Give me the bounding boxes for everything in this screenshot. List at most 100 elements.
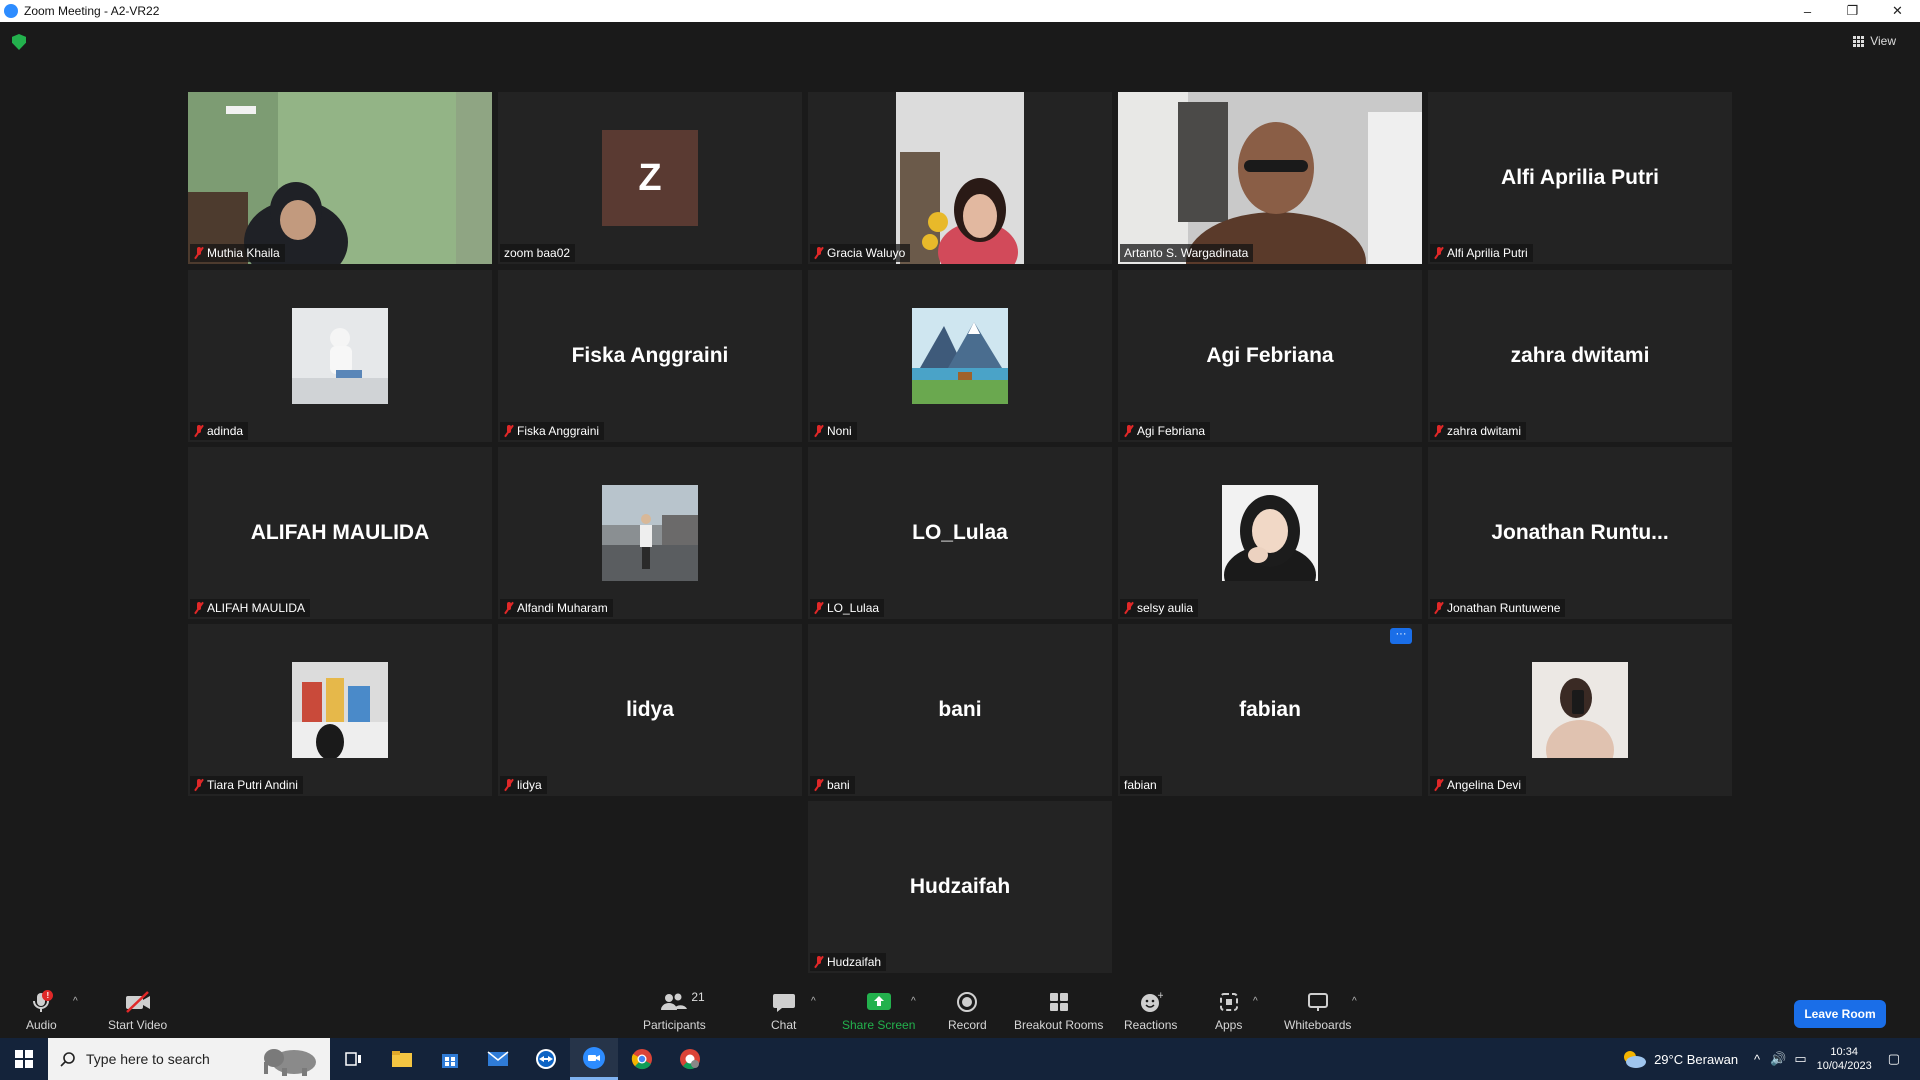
start-button[interactable] <box>0 1038 48 1080</box>
participant-display-name: Alfi Aprilia Putri <box>1501 166 1659 189</box>
participant-display-name: LO_Lulaa <box>912 521 1008 544</box>
participant-tile[interactable]: bani bani <box>808 624 1112 796</box>
participant-tile[interactable]: Alfandi Muharam <box>498 447 802 619</box>
profile-photo <box>602 485 698 581</box>
apps-options-caret[interactable]: ^ <box>1253 996 1258 1007</box>
participant-tile-active-speaker[interactable]: Artanto S. Wargadinata <box>1118 92 1422 264</box>
chat-icon <box>772 990 796 1014</box>
participant-tile[interactable]: Fiska Anggraini Fiska Anggraini <box>498 270 802 442</box>
grid-icon <box>1853 35 1865 47</box>
whiteboards-options-caret[interactable]: ^ <box>1352 996 1357 1007</box>
share-options-caret[interactable]: ^ <box>911 996 916 1007</box>
participant-name: ALIFAH MAULIDA <box>207 601 306 615</box>
profile-photo <box>292 308 388 404</box>
chrome-profile-button[interactable] <box>666 1038 714 1080</box>
share-screen-icon <box>866 990 892 1014</box>
clock-date: 10/04/2023 <box>1816 1060 1872 1072</box>
audio-button[interactable]: ! Audio <box>26 990 57 1032</box>
start-video-button[interactable]: Start Video <box>108 990 167 1032</box>
participant-tile[interactable]: Jonathan Runtu... Jonathan Runtuwene <box>1428 447 1732 619</box>
participant-name: selsy aulia <box>1137 601 1194 615</box>
participant-name: Muthia Khaila <box>207 246 280 260</box>
video-off-icon <box>124 990 152 1014</box>
whiteboards-button[interactable]: Whiteboards <box>1284 990 1351 1032</box>
participant-tile[interactable]: Tiara Putri Andini <box>188 624 492 796</box>
audio-label: Audio <box>26 1018 57 1032</box>
show-hidden-icons-icon[interactable]: ^ <box>1754 1052 1760 1067</box>
participant-name-label: fabian <box>1120 776 1162 794</box>
participant-name-label: zoom baa02 <box>500 244 576 262</box>
zoom-taskbar-button[interactable] <box>570 1038 618 1080</box>
chat-button[interactable]: Chat <box>771 990 796 1032</box>
chrome-icon <box>631 1049 652 1070</box>
chat-options-caret[interactable]: ^ <box>811 996 816 1007</box>
elephant-search-highlight-icon <box>264 1049 316 1076</box>
participant-tile[interactable]: Z zoom baa02 <box>498 92 802 264</box>
mail-button[interactable] <box>474 1038 522 1080</box>
teamviewer-button[interactable] <box>522 1038 570 1080</box>
clock[interactable]: 10:34 10/04/2023 <box>1817 1045 1872 1073</box>
minimize-button[interactable]: – <box>1785 0 1830 22</box>
restore-button[interactable]: ❐ <box>1830 0 1875 22</box>
video-feed <box>188 92 492 264</box>
participant-name: LO_Lulaa <box>827 601 880 615</box>
weather-text[interactable]: 29°C Berawan <box>1654 1052 1738 1067</box>
participant-name: lidya <box>517 778 542 792</box>
participants-button[interactable]: 21 Participants <box>643 990 706 1032</box>
participant-tile[interactable]: ALIFAH MAULIDA ALIFAH MAULIDA <box>188 447 492 619</box>
reactions-icon: + <box>1139 990 1163 1014</box>
windows-taskbar: Type here to search 29°C Berawan ^ 🔊 ▭ 1… <box>0 1038 1920 1080</box>
share-screen-button[interactable]: Share Screen <box>842 990 915 1032</box>
participant-tile[interactable]: Hudzaifah Hudzaifah <box>808 801 1112 973</box>
muted-mic-icon <box>1434 247 1443 259</box>
participant-tile[interactable]: selsy aulia <box>1118 447 1422 619</box>
muted-mic-icon <box>1434 425 1443 437</box>
start-video-label: Start Video <box>108 1018 168 1032</box>
audio-options-caret[interactable]: ^ <box>73 996 78 1007</box>
participant-tile[interactable]: adinda <box>188 270 492 442</box>
encryption-shield-icon[interactable] <box>12 34 26 50</box>
participant-name: Alfandi Muharam <box>517 601 608 615</box>
more-options-button[interactable]: ··· <box>1390 628 1412 644</box>
participant-name: zoom baa02 <box>504 246 571 260</box>
view-button[interactable]: View <box>1853 34 1896 48</box>
participant-name-label: zahra dwitami <box>1430 422 1527 440</box>
participant-tile[interactable]: Agi Febriana Agi Febriana <box>1118 270 1422 442</box>
notifications-icon[interactable]: ▢ <box>1888 1051 1900 1067</box>
participant-tile[interactable]: Alfi Aprilia Putri Alfi Aprilia Putri <box>1428 92 1732 264</box>
taskbar-search[interactable]: Type here to search <box>48 1038 330 1080</box>
reactions-button[interactable]: + Reactions <box>1124 990 1177 1032</box>
close-button[interactable]: ✕ <box>1875 0 1920 22</box>
participant-tile[interactable]: LO_Lulaa LO_Lulaa <box>808 447 1112 619</box>
participant-tile[interactable]: zahra dwitami zahra dwitami <box>1428 270 1732 442</box>
muted-mic-icon <box>194 779 203 791</box>
search-placeholder: Type here to search <box>86 1051 210 1067</box>
participant-name-label: LO_Lulaa <box>810 599 885 617</box>
participant-tile[interactable]: Gracia Waluyo <box>808 92 1112 264</box>
volume-icon[interactable]: 🔊 <box>1770 1051 1786 1067</box>
file-explorer-button[interactable] <box>378 1038 426 1080</box>
participant-tile[interactable]: lidya lidya <box>498 624 802 796</box>
participant-name: Hudzaifah <box>827 955 882 969</box>
breakout-rooms-button[interactable]: Breakout Rooms <box>1014 990 1103 1032</box>
muted-mic-icon <box>1124 425 1133 437</box>
leave-room-button[interactable]: Leave Room <box>1794 1000 1886 1028</box>
muted-mic-icon <box>814 956 823 968</box>
network-icon[interactable]: ▭ <box>1794 1051 1806 1067</box>
apps-button[interactable]: Apps <box>1215 990 1242 1032</box>
chrome-button[interactable] <box>618 1038 666 1080</box>
store-button[interactable] <box>426 1038 474 1080</box>
participant-tile[interactable]: Noni <box>808 270 1112 442</box>
participant-name-label: Muthia Khaila <box>190 244 285 262</box>
task-view-button[interactable] <box>330 1038 378 1080</box>
participant-tile[interactable]: Angelina Devi <box>1428 624 1732 796</box>
muted-mic-icon <box>194 247 203 259</box>
apps-label: Apps <box>1215 1018 1243 1032</box>
muted-mic-icon <box>814 247 823 259</box>
muted-mic-icon <box>504 779 513 791</box>
record-button[interactable]: Record <box>948 990 987 1032</box>
muted-mic-icon <box>194 425 203 437</box>
participant-tile[interactable]: ··· fabian fabian <box>1118 624 1422 796</box>
participant-tile[interactable]: Muthia Khaila <box>188 92 492 264</box>
folder-icon <box>392 1051 412 1067</box>
